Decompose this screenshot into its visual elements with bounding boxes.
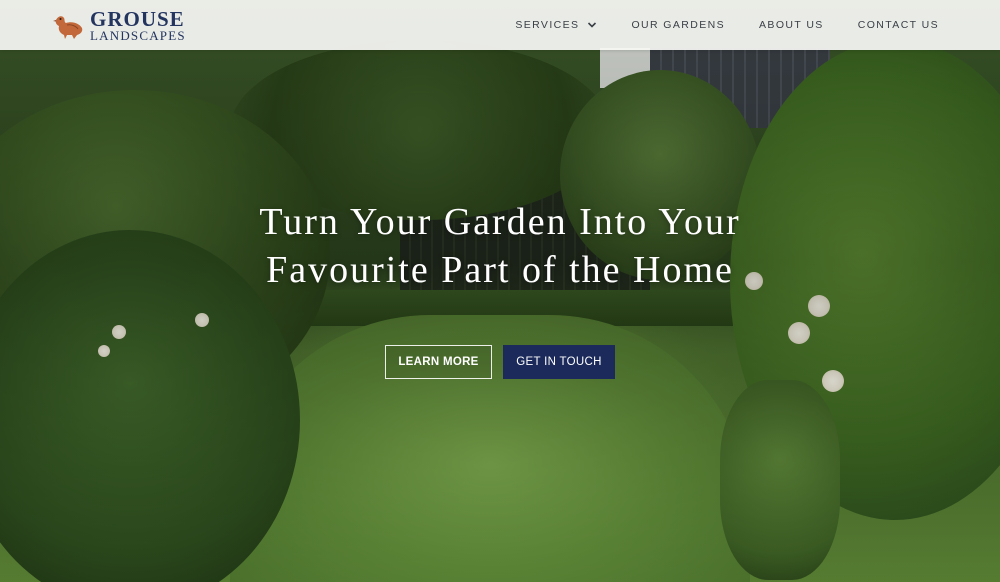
hero-headline-line1: Turn Your Garden Into Your (259, 201, 741, 243)
hero-headline: Turn Your Garden Into Your Favourite Par… (200, 198, 800, 294)
nav-item-label: SERVICES (515, 19, 580, 31)
nav-item-about-us[interactable]: ABOUT US (759, 19, 824, 31)
chevron-down-icon (588, 22, 597, 28)
grouse-bird-icon (53, 16, 83, 39)
nav-item-label: CONTACT US (857, 19, 939, 31)
main-nav: SERVICES OUR GARDENS ABOUT US CONTACT US (515, 0, 939, 50)
learn-more-button[interactable]: LEARN MORE (385, 345, 492, 379)
nav-item-contact-us[interactable]: CONTACT US (858, 19, 939, 31)
nav-item-label: ABOUT US (759, 19, 824, 31)
nav-item-our-gardens[interactable]: OUR GARDENS (631, 19, 725, 31)
site-header: GROUSE LANDSCAPES SERVICES OUR GARDENS A… (0, 0, 1000, 50)
brand-name: GROUSE (90, 7, 185, 31)
brand-subname: LANDSCAPES (90, 28, 186, 43)
nav-item-services[interactable]: SERVICES (515, 19, 597, 31)
hero-headline-line2: Favourite Part of the Home (266, 249, 734, 291)
brand-logo[interactable]: GROUSE LANDSCAPES (52, 7, 186, 45)
get-in-touch-button[interactable]: GET IN TOUCH (503, 345, 615, 379)
nav-item-label: OUR GARDENS (631, 19, 726, 31)
